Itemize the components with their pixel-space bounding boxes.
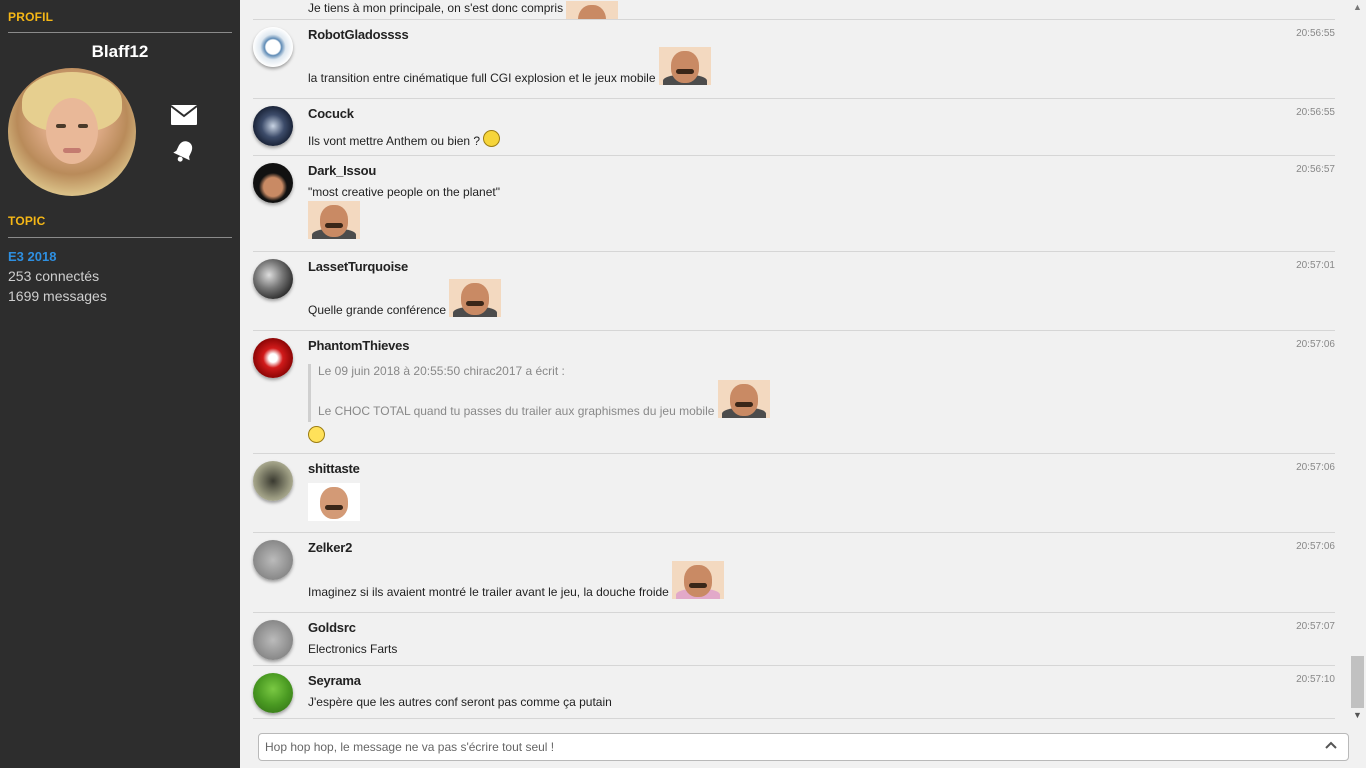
chat-message: shittaste 20:57:06 <box>253 453 1335 533</box>
smiley-icon <box>483 130 501 147</box>
quote-header: Le 09 juin 2018 à 20:55:50 chirac2017 a … <box>318 364 565 378</box>
chat-message: PhantomThieves 20:57:06 Le 09 juin 2018 … <box>253 330 1335 454</box>
message-username[interactable]: Zelker2 <box>308 540 352 555</box>
chat-message: Je tiens à mon principale, on s'est donc… <box>253 0 1335 20</box>
message-username[interactable]: Seyrama <box>308 673 361 688</box>
quote-block: Le 09 juin 2018 à 20:55:50 chirac2017 a … <box>308 364 791 422</box>
user-avatar[interactable] <box>253 338 293 378</box>
chat-message: Zelker2 20:57:06 Imaginez si ils avaient… <box>253 532 1335 613</box>
sticker-image <box>449 279 502 317</box>
message-username[interactable]: PhantomThieves <box>308 338 409 353</box>
chat-message: Dark_Issou 20:56:57 "most creative peopl… <box>253 155 1335 252</box>
message-time: 20:57:06 <box>1296 462 1335 473</box>
sticker-image <box>658 47 711 85</box>
message-text: J'espère que les autres conf seront pas … <box>308 695 612 709</box>
message-text: Imaginez si ils avaient montré le traile… <box>308 561 725 599</box>
user-avatar[interactable] <box>253 27 293 67</box>
chevron-up-icon[interactable] <box>1324 738 1338 752</box>
user-avatar[interactable] <box>253 259 293 299</box>
profile-section-title: PROFIL <box>8 10 54 24</box>
message-time: 20:57:10 <box>1296 674 1335 685</box>
scrollbar-thumb[interactable] <box>1351 656 1364 708</box>
divider <box>8 32 232 33</box>
message-time: 20:56:57 <box>1296 164 1335 175</box>
message-text: Electronics Farts <box>308 642 398 656</box>
topic-section-title: TOPIC <box>8 214 46 228</box>
message-text: "most creative people on the planet" <box>308 185 500 199</box>
profile-username[interactable]: Blaff12 <box>0 42 240 62</box>
profile-avatar[interactable] <box>8 68 136 196</box>
message-time: 20:57:06 <box>1296 339 1335 350</box>
message-time: 20:57:06 <box>1296 541 1335 552</box>
divider <box>8 237 232 238</box>
message-text: la transition entre cinématique full CGI… <box>308 47 711 85</box>
sticker-image <box>308 483 360 521</box>
sticker-image <box>672 561 725 599</box>
sticker-image <box>566 1 619 19</box>
chat-message: LassetTurquoise 20:57:01 Quelle grande c… <box>253 251 1335 331</box>
message-text: Je tiens à mon principale, on s'est donc… <box>308 1 619 19</box>
topic-name-link[interactable]: E3 2018 <box>8 249 56 264</box>
scroll-up-arrow-icon[interactable]: ▲ <box>1353 2 1362 12</box>
user-avatar[interactable] <box>253 163 293 203</box>
chat-message: Seyrama 20:57:10 J'espère que les autres… <box>253 665 1335 719</box>
sticker-image <box>308 201 360 239</box>
scroll-down-arrow-icon[interactable]: ▼ <box>1353 710 1362 720</box>
message-time: 20:56:55 <box>1296 107 1335 118</box>
message-username[interactable]: LassetTurquoise <box>308 259 408 274</box>
message-time: 20:56:55 <box>1296 28 1335 39</box>
message-time: 20:57:07 <box>1296 621 1335 632</box>
user-avatar[interactable] <box>253 461 293 501</box>
bell-icon[interactable] <box>172 138 196 164</box>
message-text: Quelle grande conférence <box>308 279 502 317</box>
message-username[interactable]: RobotGladossss <box>308 27 409 42</box>
chat-message: RobotGladossss 20:56:55 la transition en… <box>253 19 1335 99</box>
message-text: Ils vont mettre Anthem ou bien ? <box>308 130 501 148</box>
quote-text: Le CHOC TOTAL quand tu passes du trailer… <box>318 380 770 418</box>
message-username[interactable]: Cocuck <box>308 106 354 121</box>
chat-area: Je tiens à mon principale, on s'est donc… <box>240 0 1349 720</box>
user-avatar[interactable] <box>253 620 293 660</box>
message-username[interactable]: Dark_Issou <box>308 163 376 178</box>
message-time: 20:57:01 <box>1296 260 1335 271</box>
message-input[interactable] <box>263 736 1307 758</box>
connected-count: 253 connectés <box>8 268 100 284</box>
user-avatar[interactable] <box>253 106 293 146</box>
mail-icon[interactable] <box>170 104 198 126</box>
user-avatar[interactable] <box>253 673 293 713</box>
sticker-image <box>717 380 770 418</box>
laughing-smiley-icon <box>308 426 325 446</box>
chat-message: Goldsrc 20:57:07 Electronics Farts <box>253 612 1335 666</box>
sidebar: PROFIL Blaff12 TOPIC E3 2018 253 connect… <box>0 0 240 768</box>
message-username[interactable]: Goldsrc <box>308 620 356 635</box>
user-avatar[interactable] <box>253 540 293 580</box>
chat-scrollbar[interactable]: ▲ ▼ <box>1349 0 1366 728</box>
message-username[interactable]: shittaste <box>308 461 360 476</box>
message-input-box[interactable] <box>258 733 1349 761</box>
message-count: 1699 messages <box>8 288 107 304</box>
chat-message: Cocuck 20:56:55 Ils vont mettre Anthem o… <box>253 98 1335 156</box>
